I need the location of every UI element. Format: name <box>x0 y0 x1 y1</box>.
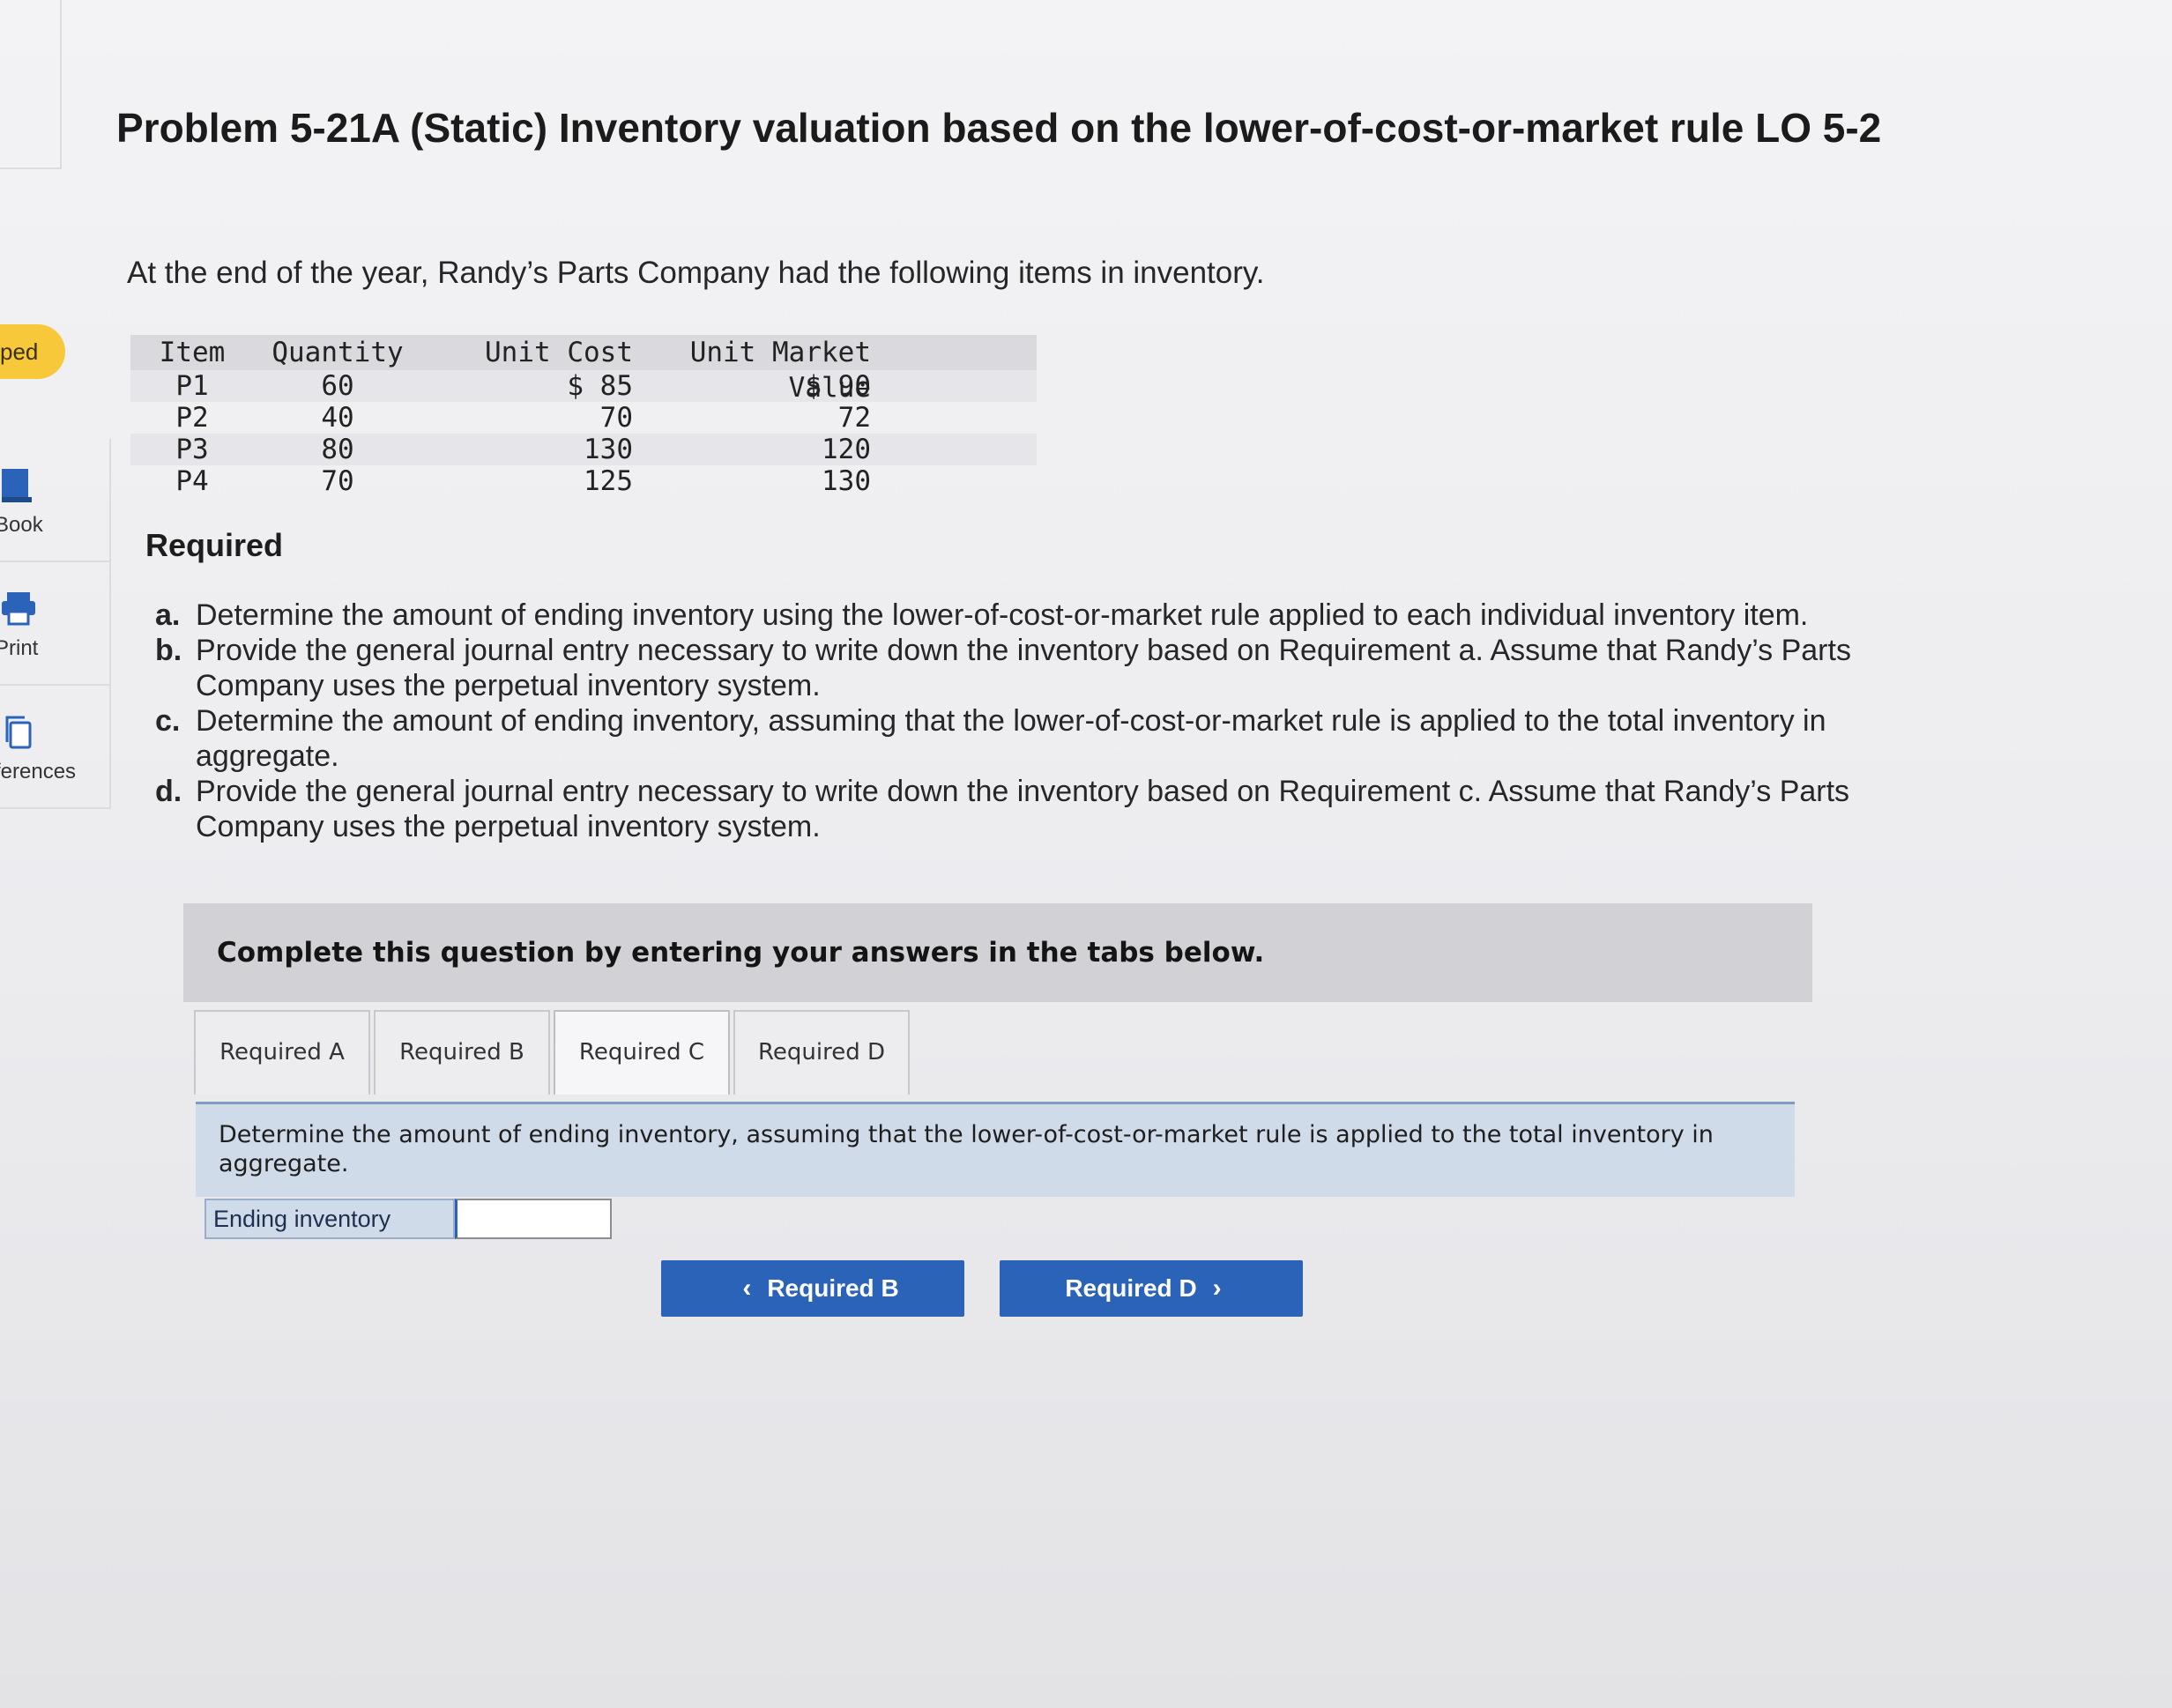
tab-description: Determine the amount of ending inventory… <box>196 1102 1795 1197</box>
table-header-row: Item Quantity Unit Cost Unit Market Valu… <box>130 335 1037 404</box>
ending-inventory-input[interactable] <box>455 1199 612 1239</box>
table-cell: P4 <box>175 465 209 497</box>
next-required-d-button[interactable]: Required D › <box>1000 1260 1303 1317</box>
required-heading: Required <box>145 527 284 563</box>
table-cell: 70 <box>599 402 633 434</box>
required-item-b: b. Provide the general journal entry nec… <box>155 633 1918 703</box>
required-item-letter: d. <box>155 775 182 808</box>
table-cell: P1 <box>175 370 209 402</box>
required-item-letter: b. <box>155 634 182 667</box>
tab-bar: Required A Required B Required C Require… <box>194 1010 913 1098</box>
problem-intro: At the end of the year, Randy’s Parts Co… <box>127 256 1265 290</box>
sidebar-item-print[interactable]: Print <box>0 562 111 686</box>
required-item-text: Provide the general journal entry necess… <box>196 775 1850 843</box>
answer-row: Ending inventory <box>205 1199 612 1239</box>
table-cell: 130 <box>584 434 633 465</box>
table-cell: 125 <box>584 465 633 497</box>
required-item-letter: c. <box>155 704 181 738</box>
tab-required-d[interactable]: Required D <box>733 1010 910 1095</box>
table-cell: 120 <box>822 434 871 465</box>
sidebar-item-references[interactable]: ferences <box>0 686 111 809</box>
instructions-text: Complete this question by entering your … <box>217 937 1265 969</box>
chevron-right-icon: › <box>1212 1274 1222 1303</box>
prev-required-b-button[interactable]: ‹ Required B <box>661 1260 964 1317</box>
table-cell: P2 <box>175 402 209 434</box>
status-badge: ped <box>0 324 65 379</box>
table-cell: $ 90 <box>805 370 871 402</box>
required-item-a: a. Determine the amount of ending invent… <box>155 598 1918 633</box>
printer-icon <box>2 589 37 628</box>
prev-button-label: Required B <box>767 1274 899 1302</box>
sidebar-item-label: ferences <box>0 760 77 783</box>
table-cell: $ 85 <box>567 370 633 402</box>
table-cell: 60 <box>321 370 354 402</box>
table-cell: 40 <box>321 402 354 434</box>
book-icon <box>2 465 37 504</box>
tab-required-b[interactable]: Required B <box>374 1010 550 1095</box>
required-item-text: Determine the amount of ending inventory… <box>196 598 1809 632</box>
required-item-d: d. Provide the general journal entry nec… <box>155 774 1918 844</box>
table-cell: 72 <box>837 402 871 434</box>
column-header: Unit Cost <box>485 337 633 368</box>
table-row: P2 40 70 72 <box>130 402 1037 434</box>
table-cell: 130 <box>822 465 871 497</box>
sidebar: ped Book Print ferences <box>0 0 115 828</box>
copy-icon <box>2 712 37 751</box>
sidebar-item-label: Print <box>0 636 39 660</box>
required-list: a. Determine the amount of ending invent… <box>155 598 1918 844</box>
tab-required-a[interactable]: Required A <box>194 1010 370 1095</box>
sidebar-item-ebook[interactable]: Book <box>0 439 111 562</box>
table-cell: P3 <box>175 434 209 465</box>
page-title: Problem 5-21A (Static) Inventory valuati… <box>116 105 1882 151</box>
table-row: P4 70 125 130 <box>130 465 1037 497</box>
chevron-left-icon: ‹ <box>742 1274 752 1303</box>
table-row: P3 80 130 120 <box>130 434 1037 465</box>
sidebar-top-panel <box>0 0 62 169</box>
tab-required-c[interactable]: Required C <box>554 1010 730 1095</box>
instructions-banner: Complete this question by entering your … <box>183 903 1812 1002</box>
table-cell: 70 <box>321 465 354 497</box>
required-item-text: Provide the general journal entry necess… <box>196 634 1851 702</box>
required-item-letter: a. <box>155 598 181 632</box>
column-header: Unit Market Value <box>689 337 871 404</box>
table-cell: 80 <box>321 434 354 465</box>
column-header: Item <box>159 337 226 368</box>
sidebar-item-label: Book <box>0 513 43 537</box>
column-header: Quantity <box>272 337 404 368</box>
table-body: P1 60 $ 85 $ 90 P2 40 70 72 P3 80 130 12… <box>130 370 1037 497</box>
required-item-text: Determine the amount of ending inventory… <box>196 704 1826 773</box>
table-row: P1 60 $ 85 $ 90 <box>130 370 1037 402</box>
ending-inventory-label: Ending inventory <box>205 1199 455 1239</box>
inventory-table: Item Quantity Unit Cost Unit Market Valu… <box>130 335 1037 497</box>
required-item-c: c. Determine the amount of ending invent… <box>155 703 1918 774</box>
next-button-label: Required D <box>1065 1274 1197 1302</box>
